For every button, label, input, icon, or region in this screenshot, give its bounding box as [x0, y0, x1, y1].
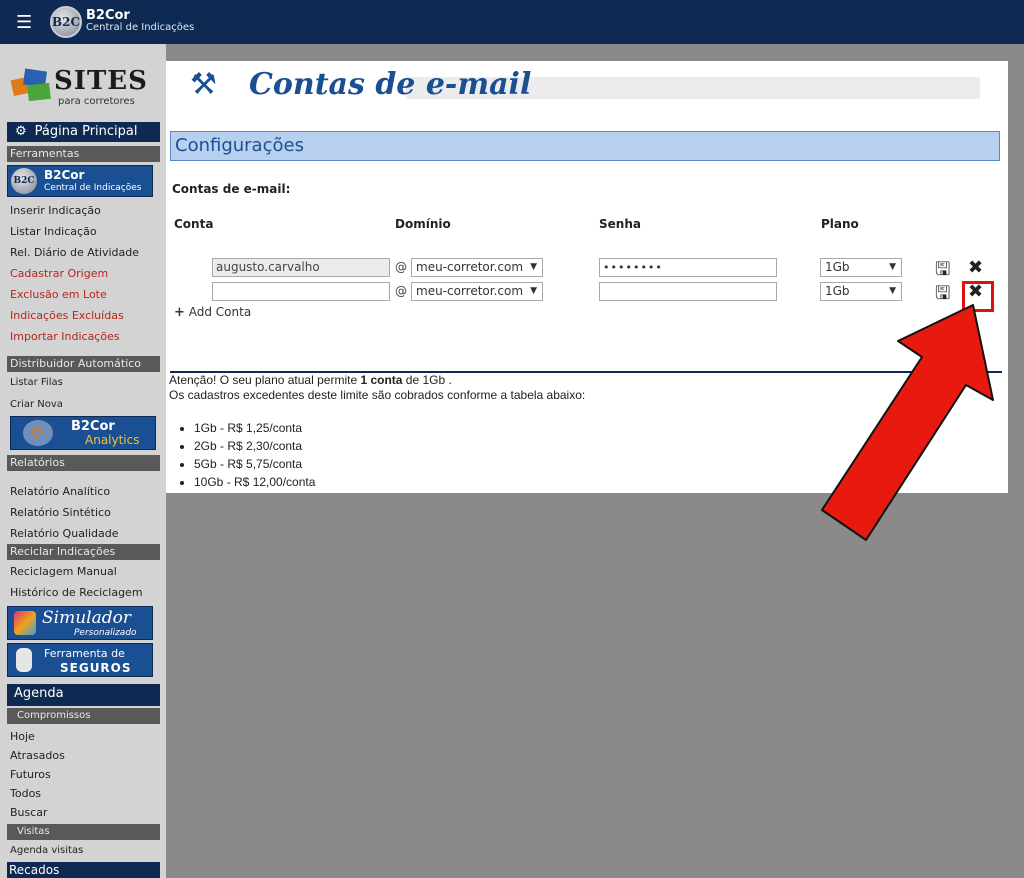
sidebar-item-agenda-visitas[interactable]: Agenda visitas [10, 845, 83, 856]
sidebar-item-atrasados[interactable]: Atrasados [10, 749, 65, 762]
brand-name: B2Cor [86, 8, 130, 23]
sidebar-item-indicacoes-excluidas[interactable]: Indicações Excluídas [10, 309, 124, 322]
password-input[interactable]: •••••••• [599, 258, 777, 277]
at-sign: @ [395, 260, 407, 274]
sidebar-item-agenda[interactable]: Agenda [7, 684, 160, 706]
sidebar-item-futuros[interactable]: Futuros [10, 768, 51, 781]
sidebar-item-criar-nova[interactable]: Criar Nova [10, 399, 63, 410]
list-item: 5Gb - R$ 5,75/conta [194, 455, 315, 473]
account-name-input[interactable] [212, 282, 390, 301]
red-arrow-annotation [821, 304, 994, 541]
column-header-dominio: Domínio [395, 217, 451, 231]
sidebar-item-listar-filas[interactable]: Listar Filas [10, 377, 63, 388]
sidebar-item-buscar[interactable]: Buscar [10, 806, 48, 819]
column-header-conta: Conta [174, 217, 214, 231]
list-item: 1Gb - R$ 1,25/conta [194, 419, 315, 437]
section-visitas: Visitas [7, 824, 160, 840]
sidebar-item-todos[interactable]: Todos [10, 787, 41, 800]
section-distribuidor: Distribuidor Automático [7, 356, 160, 372]
domain-select[interactable]: meu-corretor.com ▼ [411, 258, 543, 277]
sidebar-item-hoje[interactable]: Hoje [10, 730, 35, 743]
section-ferramentas: Ferramentas [7, 146, 160, 162]
plan-notice: Atenção! O seu plano atual permite 1 con… [169, 373, 586, 402]
section-relatorios: Relatórios [7, 455, 160, 471]
plan-select[interactable]: 1Gb ▼ [820, 282, 902, 301]
at-sign: @ [395, 284, 407, 298]
ferramenta-seguros-banner[interactable]: Ferramenta de SEGUROS [7, 643, 153, 677]
sidebar-item-reciclagem-manual[interactable]: Reciclagem Manual [10, 565, 117, 578]
section-reciclar: Reciclar Indicações [7, 544, 160, 560]
simulador-icon [14, 611, 36, 635]
hamburger-menu-icon[interactable]: ☰ [16, 12, 36, 33]
sidebar-item-importar-indicacoes[interactable]: Importar Indicações [10, 330, 120, 343]
column-header-senha: Senha [599, 217, 641, 231]
sidebar-item-listar-indicacao[interactable]: Listar Indicação [10, 225, 97, 238]
chevron-down-icon: ▼ [530, 262, 537, 272]
top-bar: ☰ B2C B2Cor Central de Indicações [0, 0, 1024, 44]
price-list: 1Gb - R$ 1,25/conta 2Gb - R$ 2,30/conta … [194, 419, 315, 491]
lock-icon [16, 648, 32, 672]
brand-subtitle: Central de Indicações [86, 22, 195, 33]
chevron-down-icon: ▼ [889, 286, 896, 296]
chevron-down-icon: ▼ [889, 262, 896, 272]
plus-icon: + [174, 305, 185, 320]
account-name-input[interactable]: augusto.carvalho [212, 258, 390, 277]
sidebar-item-cadastrar-origem[interactable]: Cadastrar Origem [10, 267, 108, 280]
accounts-subtitle: Contas de e-mail: [172, 182, 291, 196]
section-compromissos: Compromissos [7, 708, 160, 724]
gear-icon: ⚙ [15, 124, 27, 139]
sidebar-item-relatorio-analitico[interactable]: Relatório Analítico [10, 485, 110, 498]
list-item: 2Gb - R$ 2,30/conta [194, 437, 315, 455]
column-header-plano: Plano [821, 217, 859, 231]
sidebar-item-relatorio-qualidade[interactable]: Relatório Qualidade [10, 527, 119, 540]
analytics-icon: ⟳ [23, 420, 53, 446]
b2c-logo-icon: B2C [11, 168, 37, 194]
chevron-down-icon: ▼ [530, 286, 537, 296]
tools-icon: ⚒ [190, 67, 217, 102]
simulador-banner[interactable]: Simulador Personalizado [7, 606, 153, 640]
sidebar-item-recados[interactable]: Recados [7, 862, 160, 878]
b2cor-logo[interactable]: B2C [50, 6, 82, 38]
sidebar-item-exclusao-lote[interactable]: Exclusão em Lote [10, 288, 107, 301]
sidebar-item-historico-reciclagem[interactable]: Histórico de Reciclagem [10, 586, 143, 599]
sidebar-item-pagina-principal[interactable]: ⚙ Página Principal [7, 122, 160, 142]
sidebar-item-rel-diario[interactable]: Rel. Diário de Atividade [10, 246, 139, 259]
plan-select[interactable]: 1Gb ▼ [820, 258, 902, 277]
sidebar-item-relatorio-sintetico[interactable]: Relatório Sintético [10, 506, 111, 519]
b2cor-central-banner[interactable]: B2C B2Cor Central de Indicações [7, 165, 153, 197]
sites-para-corretores-logo[interactable]: SITES para corretores [10, 66, 152, 112]
brand: B2Cor Central de Indicações [86, 8, 195, 34]
section-header-configuracoes: Configurações [170, 131, 1000, 161]
domain-select[interactable]: meu-corretor.com ▼ [411, 282, 543, 301]
sidebar-item-inserir-indicacao[interactable]: Inserir Indicação [10, 204, 101, 217]
b2cor-analytics-banner[interactable]: ⟳ B2Cor Analytics [10, 416, 156, 450]
sidebar: SITES para corretores ⚙ Página Principal … [0, 44, 166, 878]
add-conta-button[interactable]: + Add Conta [174, 305, 251, 320]
page-title: Contas de e-mail [249, 67, 532, 102]
password-input[interactable] [599, 282, 777, 301]
sites-blocks-icon [10, 68, 54, 104]
list-item: 10Gb - R$ 12,00/conta [194, 473, 315, 491]
delete-x-icon[interactable]: ✖ [968, 257, 983, 278]
